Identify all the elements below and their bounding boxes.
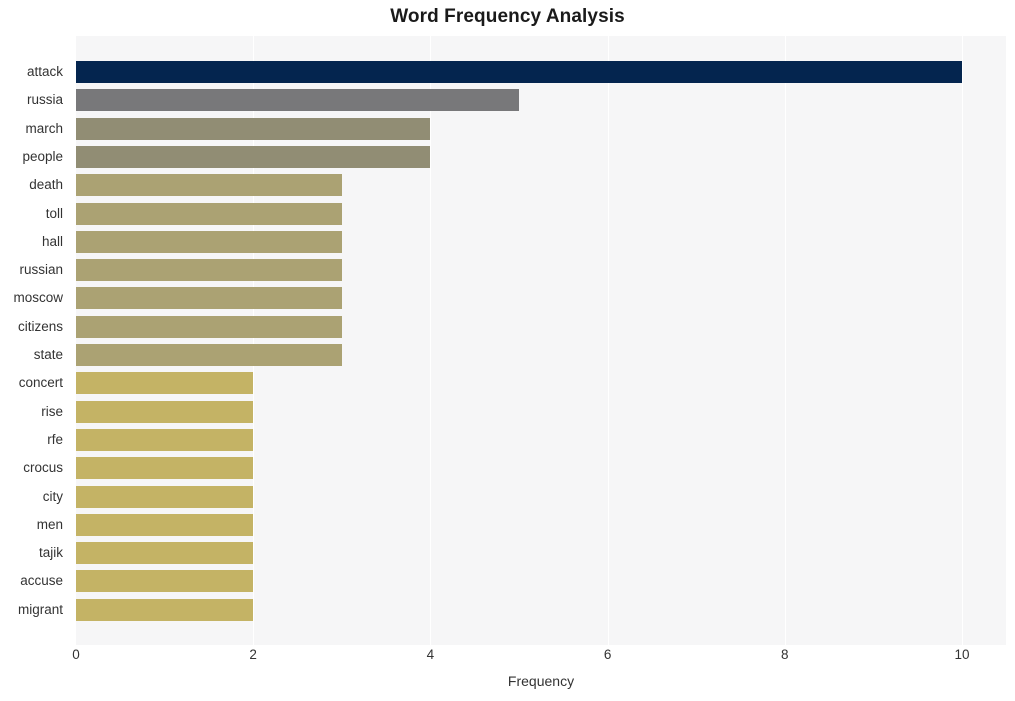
bar-crocus[interactable] xyxy=(76,457,254,480)
bar-march[interactable] xyxy=(76,117,431,140)
y-axis-label-russia: russia xyxy=(26,92,63,108)
bar-concert[interactable] xyxy=(76,372,254,395)
bar-attack[interactable] xyxy=(76,61,962,83)
bars-layer xyxy=(76,36,1006,645)
y-axis-label-toll: toll xyxy=(45,205,63,221)
y-axis-label-march: march xyxy=(25,120,63,136)
bar-people[interactable] xyxy=(76,145,431,168)
x-tick-2: 2 xyxy=(249,647,257,662)
bar-state[interactable] xyxy=(76,344,342,366)
y-axis-label-hall: hall xyxy=(41,233,63,249)
x-tick-6: 6 xyxy=(603,647,612,662)
y-axis-label-rise: rise xyxy=(41,403,63,419)
bar-toll[interactable] xyxy=(76,202,342,225)
y-axis-label-rfe: rfe xyxy=(47,431,63,447)
bar-men[interactable] xyxy=(76,513,254,536)
bar-tajik[interactable] xyxy=(76,542,254,565)
y-axis-label-attack: attack xyxy=(26,64,63,79)
y-axis-labels: attack russia march people death toll hall russ… xyxy=(0,36,70,645)
y-axis-label-accuse: accuse xyxy=(20,573,63,589)
y-axis-label-people: people xyxy=(22,148,63,164)
plot-area xyxy=(76,36,1006,645)
x-axis-ticks: 0 2 4 6 8 10 xyxy=(72,645,1006,669)
y-axis-label-state: state xyxy=(33,347,63,362)
y-axis-label-tajik: tajik xyxy=(38,545,63,561)
x-tick-10: 10 xyxy=(954,647,970,662)
y-axis-label-moscow: moscow xyxy=(13,290,63,306)
x-tick-8: 8 xyxy=(781,647,789,662)
y-axis-label-russian: russian xyxy=(19,262,63,278)
bar-migrant[interactable] xyxy=(76,598,254,621)
y-axis-label-men: men xyxy=(36,516,63,532)
x-axis-label: Frequency xyxy=(507,673,575,689)
word-frequency-chart: Word Frequency Analysis attack russia marc… xyxy=(0,0,1015,701)
x-tick-0: 0 xyxy=(72,647,80,662)
bar-rise[interactable] xyxy=(76,400,254,423)
bar-russia[interactable] xyxy=(76,89,519,112)
y-axis-label-death: death xyxy=(29,177,63,193)
bar-citizens[interactable] xyxy=(76,315,342,338)
bar-accuse[interactable] xyxy=(76,570,254,593)
bar-moscow[interactable] xyxy=(76,287,342,310)
bar-rfe[interactable] xyxy=(76,428,254,451)
y-axis-label-concert: concert xyxy=(18,375,63,391)
y-axis-label-crocus: crocus xyxy=(23,460,63,476)
y-axis-label-city: city xyxy=(42,488,63,504)
x-tick-4: 4 xyxy=(426,647,435,662)
chart-title: Word Frequency Analysis xyxy=(390,6,625,27)
bar-russian[interactable] xyxy=(76,259,342,282)
y-axis-label-citizens: citizens xyxy=(17,318,63,334)
bar-hall[interactable] xyxy=(76,230,342,253)
bar-death[interactable] xyxy=(76,174,342,197)
y-axis-label-migrant: migrant xyxy=(17,601,63,617)
bar-city[interactable] xyxy=(76,485,254,508)
